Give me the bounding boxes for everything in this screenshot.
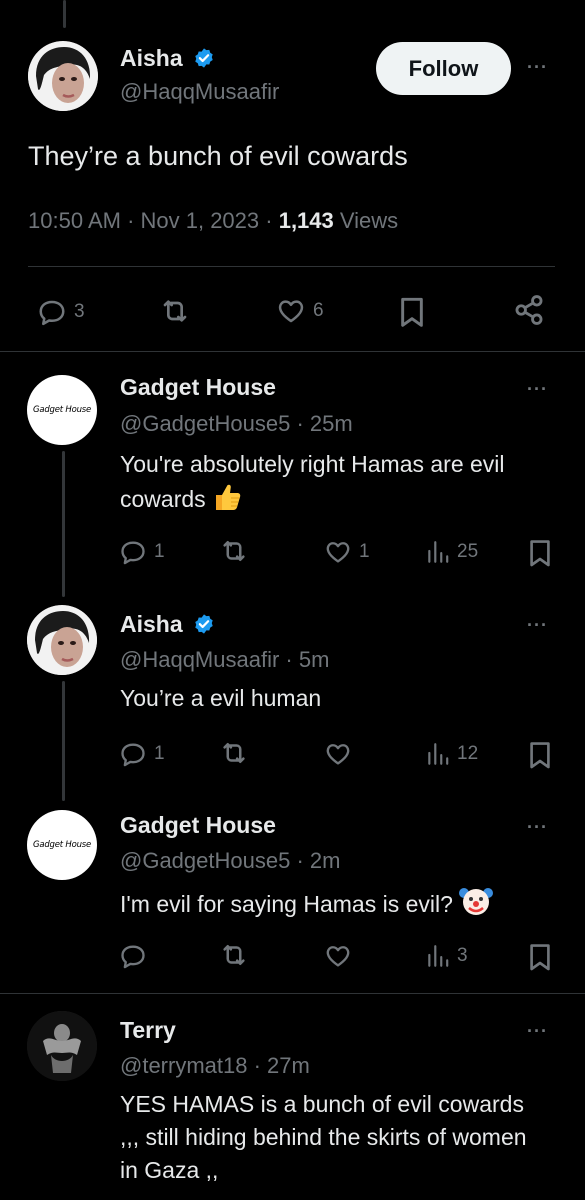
author-handle[interactable]: @GadgetHouse5 · 2m xyxy=(120,848,340,874)
reply-icon xyxy=(39,300,65,326)
reply-count: 3 xyxy=(74,301,85,322)
bookmark-icon xyxy=(530,742,550,769)
heart-icon xyxy=(326,542,350,563)
bookmark-icon xyxy=(401,297,423,327)
more-options-icon[interactable]: ··· xyxy=(527,615,548,636)
tweet-meta: 10:50 AM · Nov 1, 2023 · 1,143 Views xyxy=(28,208,398,234)
author-name[interactable]: Gadget House xyxy=(120,374,276,401)
views-button[interactable]: 3 xyxy=(425,942,468,970)
reply-icon xyxy=(121,945,145,969)
more-options-icon[interactable]: ··· xyxy=(527,1021,548,1042)
reply-count: 1 xyxy=(154,541,165,562)
author-handle[interactable]: @HaqqMusaafir xyxy=(120,79,279,105)
bookmark-button[interactable] xyxy=(528,942,552,972)
repost-icon xyxy=(223,541,245,561)
like-count: 6 xyxy=(313,300,324,321)
repost-icon xyxy=(223,743,245,763)
author-handle[interactable]: @GadgetHouse5 · 25m xyxy=(120,411,353,437)
views-count[interactable]: 1,143 xyxy=(279,208,334,233)
reply-button[interactable]: 1 xyxy=(118,538,165,566)
divider xyxy=(0,351,585,352)
clown-face-icon xyxy=(458,884,493,927)
bookmark-button[interactable] xyxy=(528,538,552,568)
thread-connector-top xyxy=(63,0,66,28)
avatar[interactable] xyxy=(28,41,98,111)
reply-icon xyxy=(121,541,145,565)
avatar-logo-text: Gadget House xyxy=(32,840,92,850)
views-count: 12 xyxy=(457,743,479,764)
views-button[interactable]: 25 xyxy=(425,538,478,566)
verified-badge-icon xyxy=(193,613,215,640)
reply-text: I'm evil for saying Hamas is evil? xyxy=(120,884,560,927)
reply-button[interactable]: 1 xyxy=(118,740,165,768)
thumbs-up-icon xyxy=(212,481,242,522)
author-name-row: Aisha xyxy=(120,45,215,74)
like-button[interactable] xyxy=(323,740,359,768)
reply-count: 1 xyxy=(154,743,165,764)
bookmark-button[interactable] xyxy=(398,296,426,328)
like-button[interactable]: 6 xyxy=(275,296,324,326)
views-count: 3 xyxy=(457,945,468,966)
share-icon xyxy=(515,295,543,325)
bookmark-icon xyxy=(530,540,550,567)
author-name[interactable]: Gadget House xyxy=(120,812,276,839)
verified-badge-icon xyxy=(193,47,215,74)
author-handle[interactable]: @terrymat18 · 27m xyxy=(120,1053,310,1079)
reply-text: You’re a evil human xyxy=(120,685,322,711)
repost-button[interactable] xyxy=(218,536,250,566)
bookmark-button[interactable] xyxy=(528,740,552,770)
repost-button[interactable] xyxy=(158,295,192,327)
reply-text: You're absolutely right Hamas are evil c… xyxy=(120,448,560,522)
author-name[interactable]: Aisha xyxy=(120,611,183,637)
avatar[interactable] xyxy=(27,1011,97,1081)
reply-text: YES HAMAS is a bunch of evil cowards ,,,… xyxy=(120,1091,527,1183)
views-label: Views xyxy=(333,208,399,233)
more-options-icon[interactable]: ··· xyxy=(527,817,548,838)
like-button[interactable] xyxy=(323,942,359,970)
views-count: 25 xyxy=(457,541,479,562)
tweet-text: They’re a bunch of evil cowards xyxy=(28,141,408,171)
analytics-icon xyxy=(428,541,449,563)
divider xyxy=(0,993,585,994)
heart-icon xyxy=(326,946,350,967)
analytics-icon xyxy=(428,945,449,967)
author-name[interactable]: Terry xyxy=(120,1017,176,1044)
thread-connector xyxy=(62,681,65,801)
analytics-icon xyxy=(428,743,449,765)
avatar[interactable] xyxy=(27,605,97,675)
tweet-timestamp[interactable]: 10:50 AM · Nov 1, 2023 · xyxy=(28,208,279,233)
repost-icon xyxy=(163,300,187,322)
thread-connector xyxy=(62,451,65,597)
reply-button[interactable] xyxy=(118,942,154,970)
reply-text-content: You're absolutely right Hamas are evil c… xyxy=(120,451,505,512)
bookmark-icon xyxy=(530,944,550,971)
heart-icon xyxy=(326,744,350,765)
heart-icon xyxy=(278,300,304,323)
reply-icon xyxy=(121,743,145,767)
divider xyxy=(28,266,555,267)
reply-text-content: I'm evil for saying Hamas is evil? xyxy=(120,891,453,917)
repost-button[interactable] xyxy=(218,738,250,768)
more-options-icon[interactable]: ··· xyxy=(527,379,548,400)
avatar[interactable]: Gadget House xyxy=(27,375,97,445)
author-handle[interactable]: @HaqqMusaafir · 5m xyxy=(120,647,329,673)
follow-button[interactable]: Follow xyxy=(376,42,511,95)
views-button[interactable]: 12 xyxy=(425,740,478,768)
avatar-logo-text: Gadget House xyxy=(32,405,92,415)
avatar[interactable]: Gadget House xyxy=(27,810,97,880)
author-name[interactable]: Aisha xyxy=(120,45,183,71)
repost-button[interactable] xyxy=(218,940,250,970)
like-button[interactable]: 1 xyxy=(323,538,370,566)
repost-icon xyxy=(223,945,245,965)
reply-button[interactable]: 3 xyxy=(36,297,85,327)
more-options-icon[interactable]: ··· xyxy=(527,57,548,78)
author-name-row: Aisha xyxy=(120,611,215,640)
like-count: 1 xyxy=(359,541,370,562)
share-button[interactable] xyxy=(512,293,546,327)
